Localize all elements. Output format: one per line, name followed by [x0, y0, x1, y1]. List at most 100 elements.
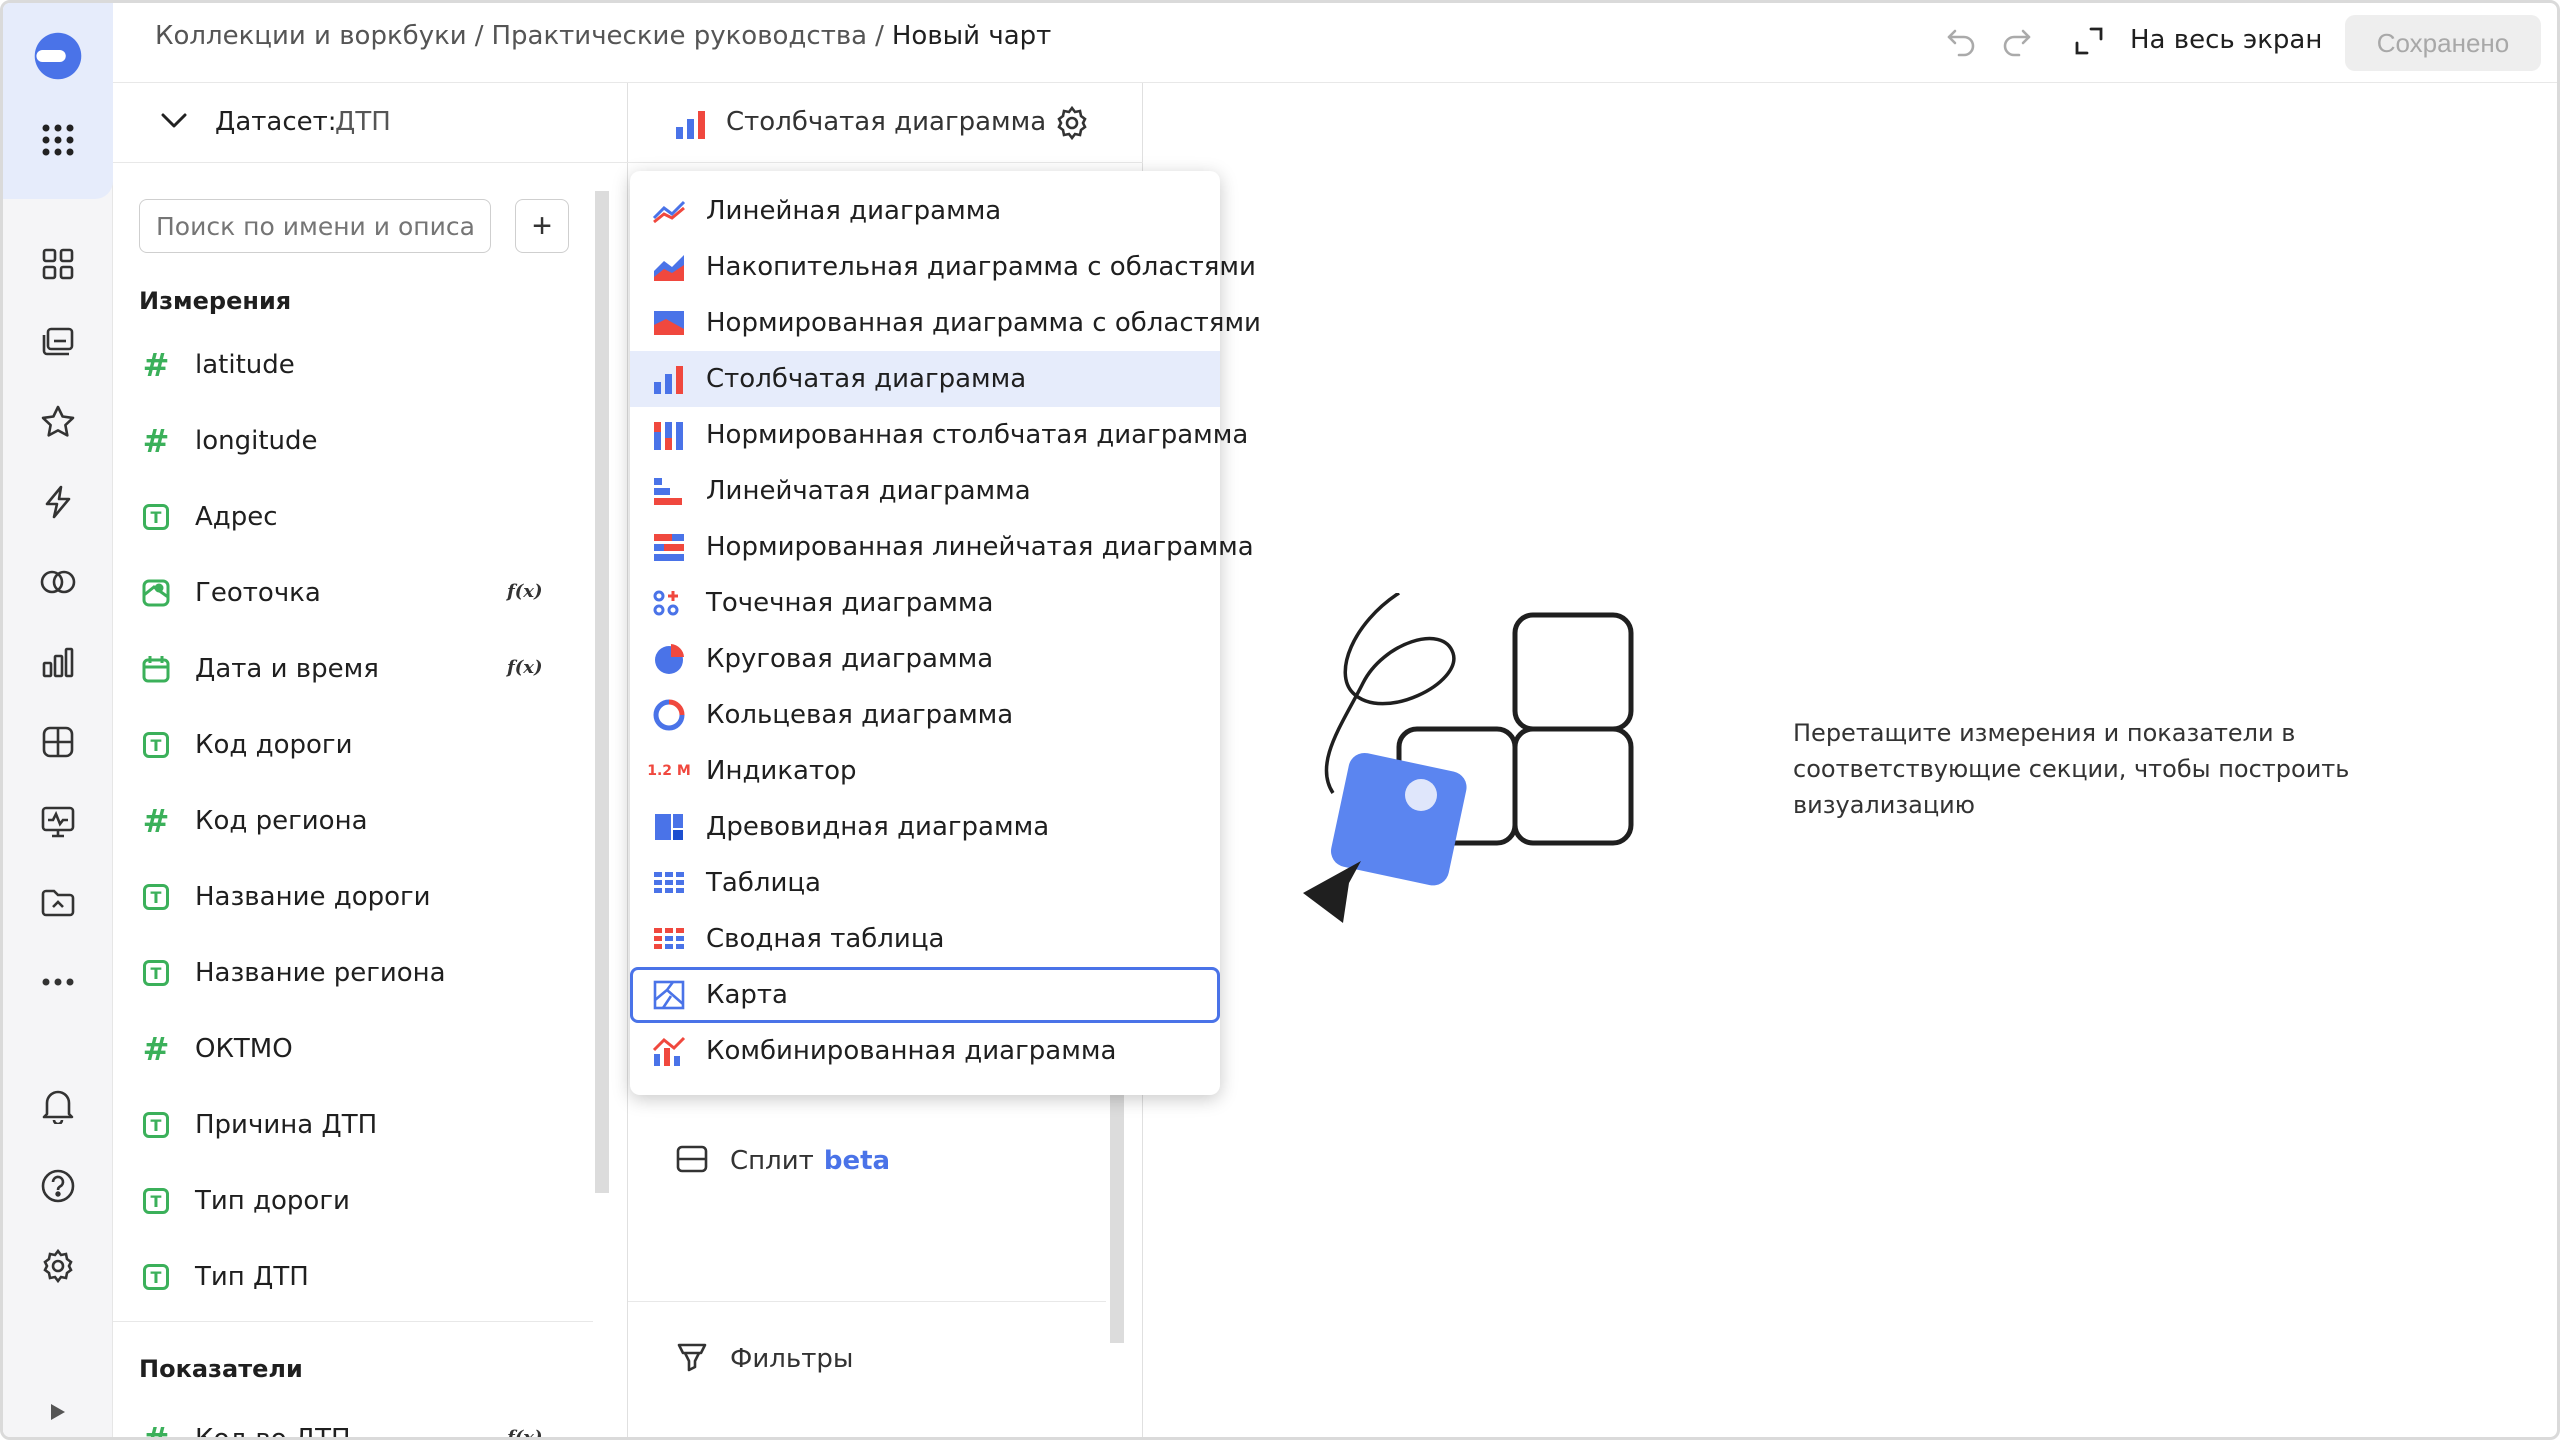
pie-icon: [652, 642, 686, 676]
dashboards-icon[interactable]: [33, 239, 83, 289]
dimension-field-label: Тип дороги: [195, 1186, 350, 1216]
chart-type-option[interactable]: Столбчатая диаграмма: [630, 351, 1220, 407]
apps-grid-icon[interactable]: [33, 115, 83, 165]
chevron-down-icon[interactable]: [159, 111, 189, 135]
section-divider: [628, 1301, 1106, 1302]
dimension-field[interactable]: Дата и время f(x): [139, 639, 609, 699]
dataset-header[interactable]: Датасет: ДТП: [113, 83, 628, 163]
table-icon: [652, 866, 686, 900]
dataset-label: Датасет:: [215, 107, 337, 137]
redo-icon[interactable]: [1999, 23, 2033, 61]
chart-type-option[interactable]: Точечная диаграмма: [630, 575, 1220, 631]
chart-type-option[interactable]: Карта: [630, 967, 1220, 1023]
dimension-field[interactable]: Геоточка f(x): [139, 563, 609, 623]
save-button[interactable]: Сохранено: [2345, 15, 2541, 71]
chart-type-option[interactable]: Таблица: [630, 855, 1220, 911]
chart-type-option[interactable]: Линейчатая диаграмма: [630, 463, 1220, 519]
empty-state-text: Перетащите измерения и показатели в соот…: [1793, 719, 2350, 819]
dimension-field-label: latitude: [195, 350, 295, 380]
chart-type-selector[interactable]: Столбчатая диаграмма: [628, 83, 1143, 163]
dimension-field[interactable]: # latitude: [139, 335, 609, 395]
dimension-field[interactable]: # Код региона: [139, 791, 609, 851]
number-type-icon: #: [142, 1030, 170, 1068]
filters-label: Фильтры: [730, 1344, 854, 1374]
dimension-field[interactable]: T Тип ДТП: [139, 1247, 609, 1307]
chart-type-option[interactable]: Круговая диаграмма: [630, 631, 1220, 687]
chart-type-option[interactable]: Нормированная столбчатая диаграмма: [630, 407, 1248, 463]
fullscreen-button[interactable]: На весь экран: [2130, 25, 2322, 55]
help-icon[interactable]: [33, 1161, 83, 1211]
breadcrumb-item-guides[interactable]: Практические руководства: [491, 21, 867, 51]
dimension-field[interactable]: # longitude: [139, 411, 609, 471]
date-type-icon: [139, 652, 173, 686]
dimension-field[interactable]: T Тип дороги: [139, 1171, 609, 1231]
dataset-name[interactable]: ДТП: [335, 107, 391, 137]
filter-funnel-icon: [676, 1341, 708, 1377]
dataset-scrollbar[interactable]: [595, 191, 609, 1193]
map-icon: [652, 978, 686, 1012]
breadcrumb-item-current[interactable]: Новый чарт: [892, 21, 1051, 51]
measure-field[interactable]: # Кол-во ДТП f(x): [139, 1409, 609, 1440]
chart-type-option[interactable]: Нормированная диаграмма с областями: [630, 295, 1261, 351]
chart-type-option-label: Индикатор: [706, 756, 857, 786]
number-type-icon: #: [142, 802, 170, 840]
formula-badge: f(x): [507, 581, 543, 602]
normalized-area-icon: [652, 306, 686, 340]
dimension-field-label: Код дороги: [195, 730, 353, 760]
indicator-icon: 1.2 M: [647, 754, 691, 788]
connections-icon[interactable]: [33, 557, 83, 607]
chart-settings-gear-icon[interactable]: [1054, 105, 1090, 145]
dimension-field-label: Тип ДТП: [195, 1262, 309, 1292]
quick-actions-icon[interactable]: [33, 477, 83, 527]
fullscreen-icon[interactable]: [2073, 25, 2105, 61]
normalized-column-icon: [652, 418, 686, 452]
datasets-icon[interactable]: [33, 717, 83, 767]
text-type-icon: T: [139, 500, 173, 534]
chart-type-option[interactable]: Нормированная линейчатая диаграмма: [630, 519, 1254, 575]
undo-icon[interactable]: [1945, 23, 1979, 61]
bar-chart-icon: [652, 474, 686, 508]
dimension-field[interactable]: T Причина ДТП: [139, 1095, 609, 1155]
chart-type-option[interactable]: 1.2 M Индикатор: [630, 743, 1220, 799]
chart-type-option[interactable]: Сводная таблица: [630, 911, 1220, 967]
more-icon[interactable]: [33, 957, 83, 1007]
number-type-icon: #: [142, 422, 170, 460]
dimension-field[interactable]: T Название дороги: [139, 867, 609, 927]
dimension-field[interactable]: T Адрес: [139, 487, 609, 547]
chart-type-option-label: Накопительная диаграмма с областями: [706, 252, 1256, 282]
expand-icon[interactable]: [33, 1395, 83, 1429]
measures-title: Показатели: [139, 1355, 303, 1383]
favorites-icon[interactable]: [33, 397, 83, 447]
dimension-field-label: Геоточка: [195, 578, 321, 608]
settings-icon[interactable]: [33, 1241, 83, 1291]
chart-type-option[interactable]: Комбинированная диаграмма: [630, 1023, 1220, 1079]
nav-rail: [3, 3, 113, 1437]
filters-section[interactable]: Фильтры: [676, 1341, 853, 1377]
chart-type-option[interactable]: Кольцевая диаграмма: [630, 687, 1220, 743]
dimension-field-label: ОКТМО: [195, 1034, 293, 1064]
chart-type-label[interactable]: Столбчатая диаграмма: [726, 107, 1046, 137]
chart-type-option-label: Кольцевая диаграмма: [706, 700, 1014, 730]
workbooks-icon[interactable]: [33, 877, 83, 927]
field-search-input[interactable]: [139, 199, 491, 253]
chart-type-option[interactable]: Древовидная диаграмма: [630, 799, 1220, 855]
formula-badge: f(x): [507, 1427, 543, 1440]
dimension-field[interactable]: T Название региона: [139, 943, 609, 1003]
treemap-icon: [652, 810, 686, 844]
charts-icon[interactable]: [33, 637, 83, 687]
viz-scrollbar[interactable]: [1110, 1083, 1124, 1343]
monitoring-icon[interactable]: [33, 797, 83, 847]
dimension-field[interactable]: T Код дороги: [139, 715, 609, 775]
chart-type-option[interactable]: Накопительная диаграмма с областями: [630, 239, 1256, 295]
chart-type-option[interactable]: Линейная диаграмма: [630, 183, 1220, 239]
logo-icon[interactable]: [33, 31, 83, 81]
split-section[interactable]: Сплит beta: [676, 1145, 890, 1177]
collections-icon[interactable]: [33, 317, 83, 367]
chart-type-option-label: Комбинированная диаграмма: [706, 1036, 1117, 1066]
add-field-button[interactable]: +: [515, 199, 569, 253]
breadcrumb-item-collections[interactable]: Коллекции и воркбуки: [155, 21, 467, 51]
dimension-field[interactable]: # ОКТМО: [139, 1019, 609, 1079]
column-chart-icon: [674, 109, 708, 143]
dataset-panel: Датасет: ДТП + Измерения # latitude # longi…: [113, 83, 628, 1440]
notifications-icon[interactable]: [33, 1081, 83, 1131]
